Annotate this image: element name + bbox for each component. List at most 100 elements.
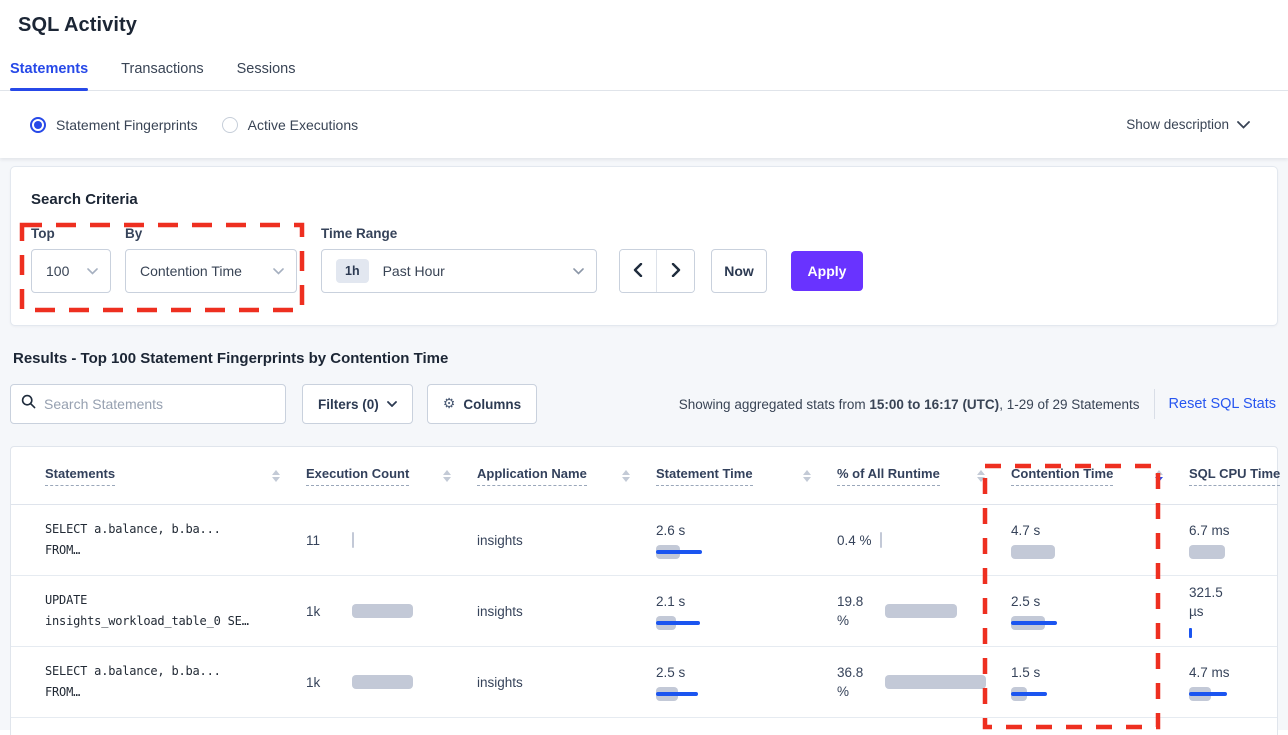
search-criteria-heading: Search Criteria: [31, 191, 1255, 208]
sort-icon: [622, 470, 630, 482]
filters-button-label: Filters (0): [318, 397, 379, 412]
sql-cpu-time-cell: 6.7 ms: [1179, 521, 1277, 559]
contention-time-cell: 4.7 s: [1001, 521, 1179, 559]
statement-time-cell: 2.6 s: [646, 521, 827, 559]
time-nav-group: [619, 249, 695, 293]
vertical-divider: [1154, 389, 1155, 419]
statement-search-box: [10, 384, 286, 424]
top-header: SQL Activity Statements Transactions Ses…: [0, 0, 1288, 91]
execution-count-cell: 11: [296, 532, 467, 548]
chevron-down-icon: [387, 401, 397, 407]
contention-time-line: [1011, 692, 1047, 696]
time-range-field: Time Range 1h Past Hour: [321, 226, 597, 293]
pct-runtime-bar: [885, 604, 957, 618]
search-criteria-card: Search Criteria Top 100 By Contention Ti…: [10, 166, 1278, 326]
statement-time-cell: 2.5 s: [646, 663, 827, 701]
sql-cpu-time-bar: [1189, 545, 1225, 559]
columns-button[interactable]: ⚙ Columns: [427, 384, 537, 424]
statement-link[interactable]: UPDATE insights_workload_table_0 SE…: [11, 590, 296, 632]
stats-summary: Showing aggregated stats from 15:00 to 1…: [679, 397, 1140, 412]
statement-time-line: [656, 550, 702, 554]
chevron-down-icon: [87, 268, 98, 275]
statement-link[interactable]: SELECT a.balance, b.ba... FROM…: [11, 661, 296, 703]
tab-sessions-label: Sessions: [237, 61, 296, 77]
pct-runtime-bar: [880, 532, 882, 548]
table-row: UPDATE insights_workload_table_0 SE… 1k …: [11, 576, 1277, 647]
view-mode-strip: Statement Fingerprints Active Executions…: [0, 91, 1288, 158]
radio-selected-icon: [30, 117, 46, 133]
results-toolbar: Filters (0) ⚙ Columns Showing aggregated…: [10, 383, 1278, 425]
pct-runtime-cell: 0.4 %: [827, 531, 1001, 550]
sort-icon: [443, 470, 451, 482]
column-header-sql-cpu-time[interactable]: SQL CPU Time: [1179, 466, 1277, 486]
sort-desc-active-icon: [1155, 470, 1163, 482]
execution-count-bar: [352, 604, 413, 618]
radio-statement-fingerprints-label: Statement Fingerprints: [56, 117, 198, 133]
apply-button[interactable]: Apply: [791, 251, 863, 291]
statement-time-line: [656, 621, 700, 625]
column-header-pct-runtime[interactable]: % of All Runtime: [827, 466, 1001, 486]
by-select[interactable]: Contention Time: [125, 249, 297, 293]
top-field: Top 100: [31, 226, 125, 293]
pct-runtime-cell: 19.8 %: [827, 592, 1001, 630]
column-header-application-name[interactable]: Application Name: [467, 466, 646, 486]
contention-time-cell: 2.5 s: [1001, 592, 1179, 630]
chevron-right-icon: [671, 263, 681, 280]
statements-table: Statements Execution Count Application N…: [10, 446, 1278, 735]
sort-icon: [803, 470, 811, 482]
statement-time-line: [656, 692, 698, 696]
contention-time-cell: 1.5 s: [1001, 663, 1179, 701]
tab-sessions[interactable]: Sessions: [237, 61, 296, 90]
sql-cpu-time-line: [1189, 628, 1192, 638]
table-row: SELECT a.balance, b.ba... FROM… 11 insig…: [11, 505, 1277, 576]
time-range-label: Time Range: [321, 226, 597, 241]
next-time-button[interactable]: [657, 250, 694, 292]
columns-button-label: Columns: [463, 397, 521, 412]
radio-active-executions[interactable]: Active Executions: [222, 117, 359, 133]
column-header-statements[interactable]: Statements: [11, 466, 296, 486]
sql-cpu-time-cell: 4.7 ms: [1179, 663, 1277, 701]
search-statements-input[interactable]: [44, 396, 275, 412]
statement-link[interactable]: SELECT a.balance, b.ba... FROM…: [11, 519, 296, 561]
column-header-execution-count[interactable]: Execution Count: [296, 466, 467, 486]
contention-time-bar: [1011, 545, 1055, 559]
sql-cpu-time-cell: 321.5 µs: [1179, 583, 1277, 640]
pct-runtime-cell: 36.8 %: [827, 663, 1001, 701]
show-description-toggle[interactable]: Show description: [1126, 117, 1250, 132]
execution-count-cell: 1k: [296, 675, 467, 690]
results-heading: Results - Top 100 Statement Fingerprints…: [13, 350, 1278, 367]
statement-time-cell: 2.1 s: [646, 592, 827, 630]
execution-count-bar: [352, 532, 354, 548]
radio-statement-fingerprints[interactable]: Statement Fingerprints: [30, 117, 198, 133]
time-range-value: Past Hour: [383, 263, 445, 279]
radio-unselected-icon: [222, 117, 238, 133]
show-description-label: Show description: [1126, 117, 1229, 132]
column-header-statement-time[interactable]: Statement Time: [646, 466, 827, 486]
pct-runtime-bar: [885, 675, 986, 689]
column-header-contention-time[interactable]: Contention Time: [1001, 466, 1179, 486]
now-button[interactable]: Now: [711, 249, 767, 293]
chevron-down-icon: [273, 268, 284, 275]
chevron-left-icon: [633, 263, 643, 280]
sql-cpu-time-line: [1189, 692, 1227, 696]
tab-transactions[interactable]: Transactions: [121, 61, 203, 90]
execution-count-cell: 1k: [296, 604, 467, 619]
page-title: SQL Activity: [0, 0, 1288, 37]
radio-active-executions-label: Active Executions: [248, 117, 359, 133]
application-name-cell: insights: [467, 675, 646, 690]
top-select-value: 100: [46, 263, 69, 279]
top-select[interactable]: 100: [31, 249, 111, 293]
table-row: SELECT a.balance, b.ba... FROM… 1k insig…: [11, 647, 1277, 718]
chevron-down-icon: [573, 268, 584, 275]
filters-button[interactable]: Filters (0): [302, 384, 413, 424]
application-name-cell: insights: [467, 533, 646, 548]
sort-icon: [977, 470, 985, 482]
time-range-select[interactable]: 1h Past Hour: [321, 249, 597, 293]
application-name-cell: insights: [467, 604, 646, 619]
reset-sql-stats-link[interactable]: Reset SQL Stats: [1169, 396, 1278, 412]
tab-bar: Statements Transactions Sessions: [0, 37, 1288, 91]
previous-time-button[interactable]: [620, 250, 657, 292]
execution-count-bar: [352, 675, 413, 689]
tab-statements[interactable]: Statements: [10, 61, 88, 90]
contention-time-line: [1011, 621, 1057, 625]
